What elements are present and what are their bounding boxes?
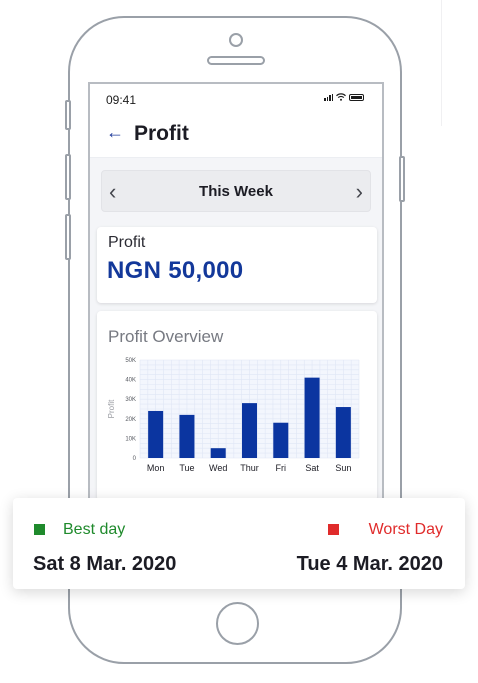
y-tick-label: 10K xyxy=(125,436,136,442)
profit-label: Profit xyxy=(108,234,146,251)
volume-up-button xyxy=(65,154,71,200)
x-tick-label: Wed xyxy=(209,463,227,473)
profit-bar-chart: 010K20K30K40K50K Mon Tue Wed Thur Fri Sat Sun … xyxy=(107,358,360,473)
y-tick-label: 0 xyxy=(133,456,137,462)
chevron-right-icon[interactable]: › xyxy=(356,179,363,205)
bar-sat xyxy=(304,377,320,458)
camera xyxy=(229,33,243,47)
decorative-line xyxy=(441,0,442,126)
week-selector: ‹ This Week › xyxy=(101,170,371,212)
y-tick-label: 30K xyxy=(125,397,136,403)
best-worst-summary-card: Best day Sat 8 Mar. 2020 Worst Day Tue 4… xyxy=(13,498,465,589)
battery-icon xyxy=(349,93,364,101)
app-header: ← Profit xyxy=(90,114,382,158)
power-button xyxy=(399,156,405,202)
overview-title: Profit Overview xyxy=(108,327,224,346)
x-tick-label: Fri xyxy=(276,463,287,473)
arrow-left-icon[interactable]: ← xyxy=(106,122,124,143)
worst-day-date: Tue 4 Mar. 2020 xyxy=(296,553,443,575)
x-tick-label: Sat xyxy=(305,463,319,473)
y-tick-label: 40K xyxy=(125,378,136,384)
profit-overview-card: Profit Overview 0 10K 20K 30K 40K 50K Mon Tue W… xyxy=(97,311,377,501)
x-tick-label: Tue xyxy=(179,463,194,473)
bar-wed xyxy=(210,448,226,458)
bar-sun xyxy=(335,407,351,458)
profit-card: Profit NGN 50,000 xyxy=(97,227,377,303)
wifi-icon xyxy=(336,93,346,101)
home-button[interactable] xyxy=(216,602,259,645)
status-bar: 09:41 xyxy=(90,84,382,114)
page-title: Profit xyxy=(134,122,189,145)
y-axis-label: Profit xyxy=(107,399,116,418)
speaker xyxy=(207,56,265,65)
y-tick-label: 20K xyxy=(125,417,136,423)
signal-icon xyxy=(324,93,333,101)
y-tick-label: 50K xyxy=(125,358,136,364)
bar-fri xyxy=(273,422,289,458)
status-icons xyxy=(324,93,364,101)
chart-x-ticks: Mon Tue Wed Thur Fri Sat Sun xyxy=(147,463,351,473)
best-day-date: Sat 8 Mar. 2020 xyxy=(33,553,177,575)
silent-switch xyxy=(65,100,71,130)
week-label: This Week xyxy=(199,183,273,200)
bar-thur xyxy=(242,403,257,458)
x-tick-label: Thur xyxy=(240,463,259,473)
bar-mon xyxy=(148,410,164,458)
worst-day-marker xyxy=(328,524,339,535)
bar-tue xyxy=(179,414,195,458)
x-tick-label: Sun xyxy=(335,463,351,473)
status-time: 09:41 xyxy=(106,93,137,107)
x-tick-label: Mon xyxy=(147,463,165,473)
best-day-marker xyxy=(34,524,45,535)
best-day-label: Best day xyxy=(63,521,126,538)
profit-amount: NGN 50,000 xyxy=(107,257,244,284)
worst-day-label: Worst Day xyxy=(368,521,443,538)
chart-y-ticks: 0 10K 20K 30K 40K 50K xyxy=(125,358,136,462)
volume-down-button xyxy=(65,214,71,260)
